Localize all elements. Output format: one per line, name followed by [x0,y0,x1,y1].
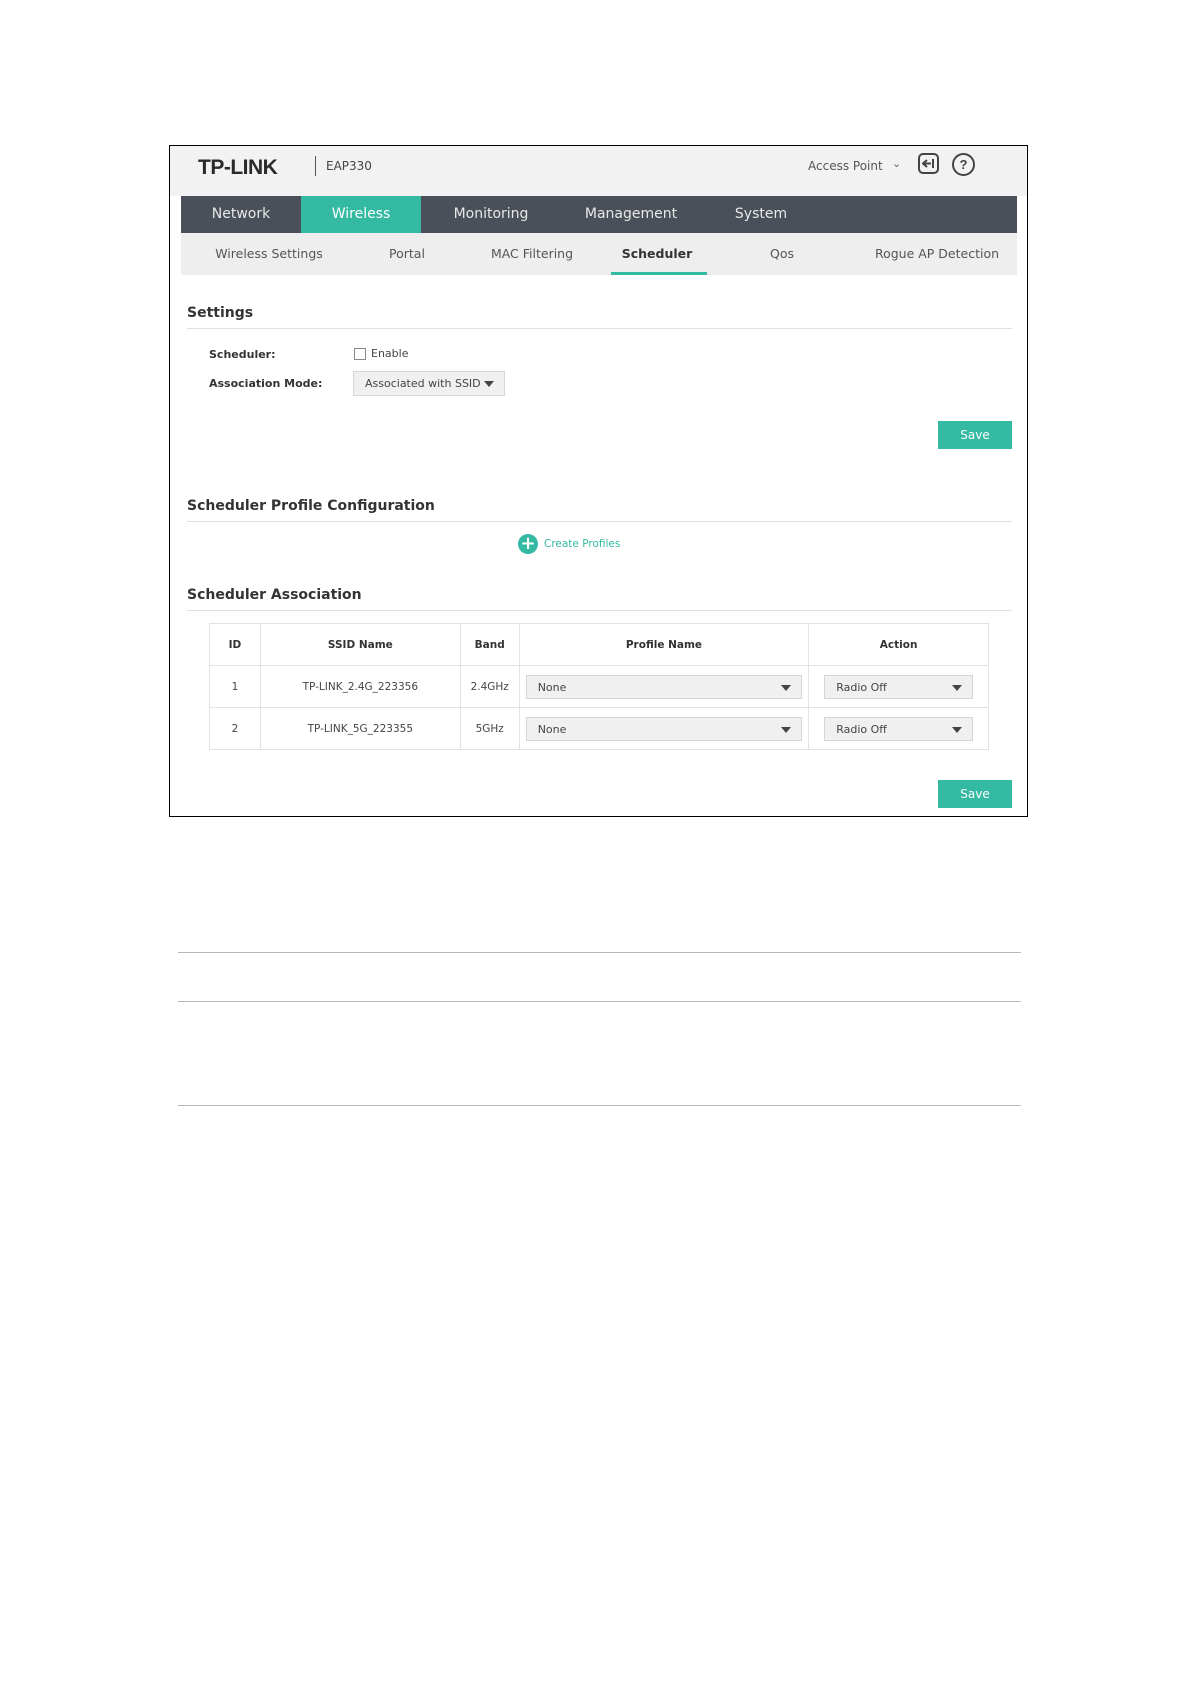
association-mode-value: Associated with SSID [365,377,481,390]
column-header-action: Action [808,623,989,666]
profile-config-divider [187,521,1012,522]
tab-wireless-settings[interactable]: Wireless Settings [181,233,357,275]
profile-config-title: Scheduler Profile Configuration [187,498,435,514]
document-rule [178,1105,1021,1106]
tab-qos[interactable]: Qos [707,233,857,275]
document-rule [178,952,1021,953]
caret-down-icon [781,684,792,691]
device-model: EAP330 [326,159,372,173]
association-mode-select[interactable]: Associated with SSID [353,371,505,396]
row-band: 5GHz [459,707,520,750]
association-mode-label: Association Mode: [209,377,323,390]
nav-network[interactable]: Network [181,196,301,233]
create-profiles-label: Create Profiles [544,538,621,550]
create-profiles-button[interactable]: + Create Profiles [518,534,620,554]
save-association-button[interactable]: Save [938,780,1012,808]
logout-arrow-glyph [922,159,934,168]
column-header-profile: Profile Name [518,623,810,666]
top-bar: TP-LINK EAP330 Access Point ⌄ ? [170,146,1027,196]
nav-monitoring[interactable]: Monitoring [421,196,561,233]
profile-select[interactable]: None [525,674,803,699]
nav-system[interactable]: System [701,196,821,233]
caret-down-icon [484,381,494,387]
action-cell: Radio Off [808,665,989,708]
column-header-id: ID [209,623,261,666]
logo-separator [315,156,316,176]
row-ssid: TP-LINK_2.4G_223356 [259,665,461,708]
action-cell: Radio Off [808,707,989,750]
active-tab-underline [611,272,707,275]
enable-checkbox[interactable] [354,348,366,360]
caret-down-icon [952,726,962,733]
enable-label[interactable]: Enable [371,347,408,360]
tp-link-logo: TP-LINK [198,156,278,179]
main-nav: Network Wireless Monitoring Management S… [181,196,1017,233]
row-id: 1 [209,665,261,708]
nav-wireless[interactable]: Wireless [301,196,421,233]
table-row: 2 TP-LINK_5G_223355 5GHz None Radio Off [209,707,989,750]
caret-down-icon [781,726,792,733]
action-select[interactable]: Radio Off [824,674,973,699]
action-value: Radio Off [836,722,887,736]
association-title: Scheduler Association [187,587,362,603]
sub-nav: Wireless Settings Portal MAC Filtering S… [181,233,1017,275]
caret-down-icon [952,684,962,691]
action-select[interactable]: Radio Off [824,716,973,741]
column-header-ssid: SSID Name [259,623,461,666]
column-header-band: Band [459,623,520,666]
profile-select[interactable]: None [525,716,803,741]
logout-icon[interactable] [918,153,939,174]
action-value: Radio Off [836,680,887,694]
table-row: 1 TP-LINK_2.4G_223356 2.4GHz None Radio … [209,665,989,708]
tab-rogue-ap-detection[interactable]: Rogue AP Detection [857,233,1017,275]
scheduler-association-table: ID SSID Name Band Profile Name Action 1 … [209,623,989,750]
screenshot-frame: TP-LINK EAP330 Access Point ⌄ ? Network … [169,145,1028,817]
row-id: 2 [209,707,261,750]
row-ssid: TP-LINK_5G_223355 [259,707,461,750]
profile-value: None [537,722,567,736]
settings-divider [187,328,1012,329]
tab-mac-filtering[interactable]: MAC Filtering [457,233,607,275]
profile-cell: None [518,665,810,708]
association-divider [187,610,1012,611]
help-icon[interactable]: ? [952,153,975,176]
tab-scheduler[interactable]: Scheduler [607,233,707,275]
scheduler-label: Scheduler: [209,348,276,361]
profile-value: None [537,680,567,694]
plus-icon: + [518,534,538,554]
save-settings-button[interactable]: Save [938,421,1012,449]
document-rule [178,1001,1021,1002]
table-header-row: ID SSID Name Band Profile Name Action [209,623,989,666]
row-band: 2.4GHz [459,665,520,708]
chevron-down-icon[interactable]: ⌄ [892,157,901,170]
settings-title: Settings [187,305,254,321]
profile-cell: None [518,707,810,750]
mode-select[interactable]: Access Point [808,159,883,173]
tab-portal[interactable]: Portal [357,233,457,275]
nav-management[interactable]: Management [561,196,701,233]
